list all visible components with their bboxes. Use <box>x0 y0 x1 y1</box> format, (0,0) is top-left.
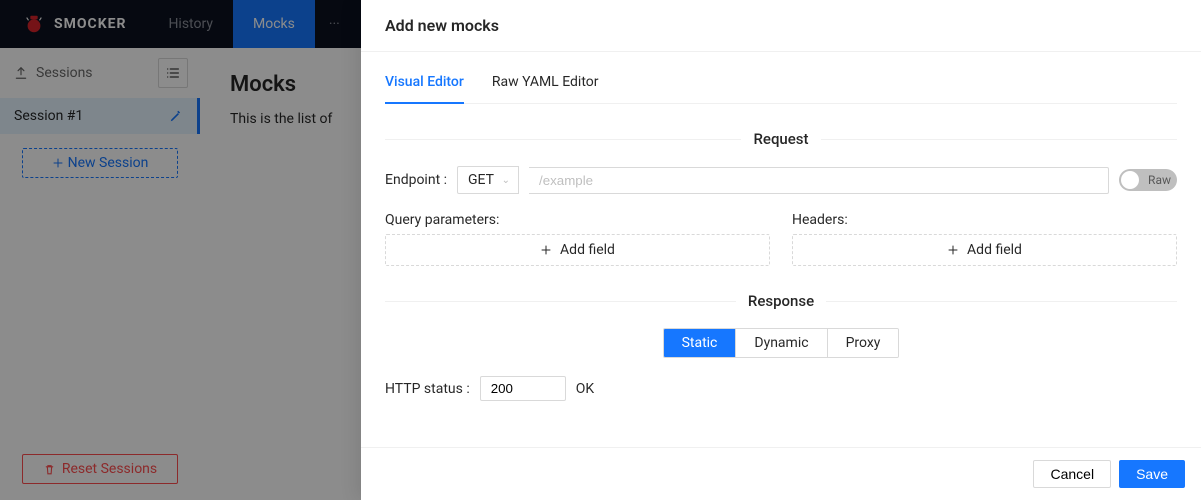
response-section-header: Response <box>385 292 1177 310</box>
toggle-knob <box>1121 171 1139 189</box>
response-type-segmented: Static Dynamic Proxy <box>663 328 900 358</box>
headers-label: Headers: <box>792 212 1177 228</box>
raw-toggle-label: Raw <box>1148 173 1171 187</box>
add-mocks-drawer: Add new mocks Visual Editor Raw YAML Edi… <box>361 0 1201 500</box>
editor-tabs: Visual Editor Raw YAML Editor <box>385 60 1177 104</box>
add-field-label: Add field <box>560 242 615 258</box>
http-method-value: GET <box>468 172 494 188</box>
http-status-text: OK <box>576 381 594 397</box>
response-type-dynamic[interactable]: Dynamic <box>736 329 827 357</box>
add-query-field-button[interactable]: Add field <box>385 234 770 266</box>
tab-visual-editor[interactable]: Visual Editor <box>385 60 464 104</box>
http-status-label: HTTP status : <box>385 381 470 397</box>
endpoint-label: Endpoint : <box>385 172 447 188</box>
cancel-button[interactable]: Cancel <box>1033 460 1111 488</box>
endpoint-input[interactable] <box>529 167 1109 194</box>
response-type-proxy[interactable]: Proxy <box>828 329 899 357</box>
add-field-label: Add field <box>967 242 1022 258</box>
save-button[interactable]: Save <box>1119 460 1185 488</box>
drawer-footer: Cancel Save <box>361 447 1201 500</box>
tab-raw-yaml-editor[interactable]: Raw YAML Editor <box>492 60 599 103</box>
raw-toggle[interactable]: Raw <box>1119 169 1177 191</box>
response-type-static[interactable]: Static <box>664 329 737 357</box>
request-section-header: Request <box>385 130 1177 148</box>
http-status-input[interactable] <box>480 376 566 401</box>
drawer-title: Add new mocks <box>361 0 1201 52</box>
http-method-select[interactable]: GET ⌄ <box>457 166 519 194</box>
chevron-down-icon: ⌄ <box>502 175 510 186</box>
plus-icon <box>947 244 959 256</box>
query-params-label: Query parameters: <box>385 212 770 228</box>
add-header-field-button[interactable]: Add field <box>792 234 1177 266</box>
plus-icon <box>540 244 552 256</box>
